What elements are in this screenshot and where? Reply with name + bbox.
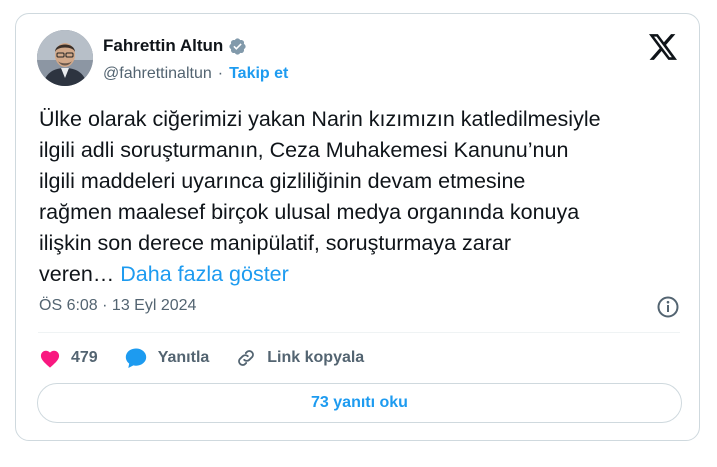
tweet-body: Ülke olarak ciğerimizi yakan Narin kızım…: [39, 107, 601, 286]
tweet-card: Fahrettin Altun @fahrettinaltun · Takip …: [15, 13, 700, 441]
tweet-timestamp[interactable]: ÖS 6:08 · 13 Eyl 2024: [39, 297, 196, 315]
author-handle[interactable]: @fahrettinaltun: [103, 65, 212, 83]
author-handle-row: @fahrettinaltun · Takip et: [103, 65, 288, 83]
read-replies-button[interactable]: 73 yanıtı oku: [37, 383, 682, 423]
info-icon[interactable]: [656, 295, 680, 319]
reply-bubble-icon: [125, 348, 146, 368]
author-name-row: Fahrettin Altun: [103, 36, 247, 56]
copy-link-label: Link kopyala: [267, 349, 365, 366]
like-count: 479: [71, 349, 98, 366]
read-replies-label: 73 yanıtı oku: [311, 394, 408, 411]
link-icon: [238, 350, 255, 366]
heart-icon: [40, 350, 60, 368]
x-logo-icon[interactable]: [649, 34, 677, 60]
follow-button[interactable]: Takip et: [229, 65, 288, 83]
author-name[interactable]: Fahrettin Altun: [103, 36, 223, 56]
action-bar: 479 Yanıtla Link kopyala: [39, 345, 390, 371]
separator-dot: ·: [217, 65, 224, 82]
copy-link-button[interactable]: Link kopyala: [235, 347, 364, 369]
like-button[interactable]: 479: [39, 348, 98, 368]
tweet-text: Ülke olarak ciğerimizi yakan Narin kızım…: [39, 104, 689, 290]
show-more-link[interactable]: Daha fazla göster: [120, 262, 289, 286]
divider: [38, 332, 680, 333]
reply-button[interactable]: Yanıtla: [124, 347, 210, 369]
avatar[interactable]: [37, 30, 93, 86]
verified-badge-icon: [229, 37, 246, 55]
reply-label: Yanıtla: [157, 349, 210, 366]
